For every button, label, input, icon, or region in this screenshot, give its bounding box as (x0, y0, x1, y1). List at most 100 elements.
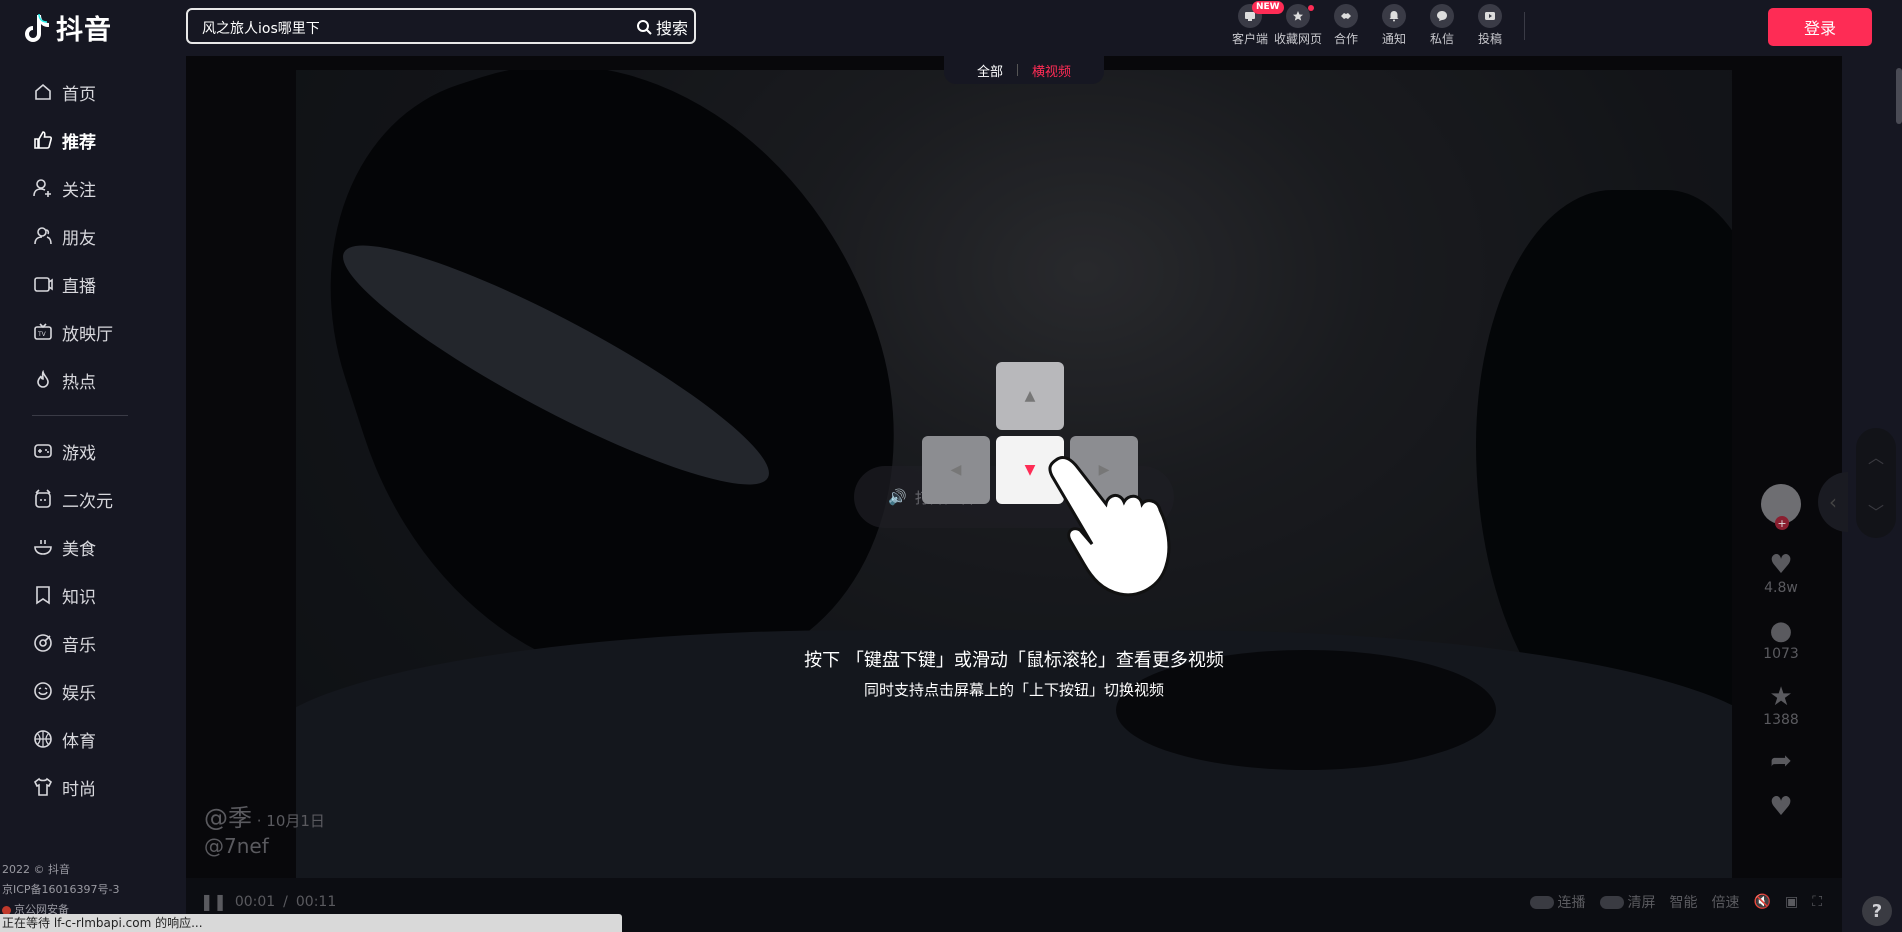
search-input[interactable] (200, 16, 604, 40)
user-plus-icon (32, 177, 54, 199)
clear-screen-label: 清屏 (1627, 895, 1656, 911)
icp-link[interactable]: 京ICP备16016397号-3 (2, 880, 120, 900)
bell-icon (1382, 4, 1406, 28)
search-box: 搜索 (186, 8, 696, 44)
anime-icon (32, 488, 54, 510)
sidebar-nav: 首页 推荐 关注 朋友 直播 TV 放映厅 热点 游戏 二次元 美食 知识 音乐… (0, 68, 156, 811)
sidebar-item-home[interactable]: 首页 (0, 68, 156, 116)
video-player[interactable]: 全部 横视频 🔊 打开声音 ▲ ◀ ▼ ▶ 按下 「键盘下键」或滑动「鼠标滚轮」… (186, 56, 1896, 932)
follow-plus-icon[interactable]: + (1775, 516, 1789, 530)
like-button[interactable]: ♥ 4.8w (1764, 550, 1798, 596)
quality-button[interactable]: 智能 (1670, 892, 1698, 912)
bowl-icon (32, 536, 54, 558)
sidebar-item-entertainment[interactable]: 娱乐 (0, 667, 156, 715)
sidebar-item-label: 时尚 (62, 779, 96, 800)
nav-divider (32, 415, 128, 416)
sidebar-item-label: 热点 (62, 372, 96, 393)
sidebar-item-food[interactable]: 美食 (0, 523, 156, 571)
douyin-logo[interactable]: 抖音 (24, 8, 112, 47)
arrow-up-icon: ▲ (1024, 388, 1036, 404)
guide-text-primary: 按下 「键盘下键」或滑动「鼠标滚轮」查看更多视频 (804, 650, 1224, 671)
comment-button[interactable]: ● 1073 (1763, 616, 1799, 662)
sidebar-item-anime[interactable]: 二次元 (0, 475, 156, 523)
home-icon (32, 81, 54, 103)
live-tv-icon (32, 273, 54, 295)
playback-controls: ❚❚ 00:01 / 00:11 (200, 892, 336, 911)
autoplay-toggle[interactable]: 连播 (1529, 892, 1586, 912)
picture-in-picture-icon[interactable]: ▣ (1785, 894, 1798, 910)
upload-video-icon (1478, 4, 1502, 28)
browser-status-bar: 正在等待 lf-c-rlmbapi.com 的响应... (0, 914, 622, 932)
sidebar-item-music[interactable]: 音乐 (0, 619, 156, 667)
share-button[interactable]: ➦ (1770, 746, 1792, 776)
toolbar-label: 客户端 (1231, 32, 1268, 46)
sidebar-item-knowledge[interactable]: 知识 (0, 571, 156, 619)
toolbar-label: 合作 (1333, 32, 1358, 46)
toolbar-label: 私信 (1429, 32, 1454, 46)
sidebar-item-label: 体育 (62, 731, 96, 752)
sidebar-item-sports[interactable]: 体育 (0, 715, 156, 763)
search-button-label: 搜索 (655, 19, 688, 38)
bookmark-page-button[interactable]: 收藏网页 (1274, 4, 1322, 47)
volume-mute-icon[interactable]: 🔇 (1754, 894, 1771, 910)
toggle-switch (1529, 895, 1554, 909)
keyboard-guide: ▲ ◀ ▼ ▶ (922, 362, 1171, 602)
post-date: · 10月1日 (252, 812, 325, 830)
sidebar-item-friends[interactable]: 朋友 (0, 212, 156, 260)
sidebar-item-recommend[interactable]: 推荐 (0, 116, 156, 164)
arrow-down-icon: ▼ (1024, 462, 1036, 478)
chevron-down-icon[interactable]: ﹀ (1868, 499, 1884, 523)
comment-icon: ● (1769, 616, 1793, 646)
not-interested-button[interactable]: ♥ (1769, 792, 1792, 822)
guide-text-secondary: 同时支持点击屏幕上的「上下按钮」切换视频 (863, 681, 1164, 699)
sidebar-item-cinema[interactable]: TV 放映厅 (0, 308, 156, 356)
music-disc-icon (32, 632, 54, 654)
tab-landscape-video[interactable]: 横视频 (1032, 61, 1071, 80)
flame-icon (32, 369, 54, 391)
speed-button[interactable]: 倍速 (1712, 892, 1740, 912)
sidebar-item-label: 二次元 (62, 491, 113, 512)
toolbar-label: 收藏网页 (1274, 32, 1323, 46)
sidebar-item-follow[interactable]: 关注 (0, 164, 156, 212)
author-name[interactable]: @季 (204, 804, 252, 832)
clear-screen-toggle[interactable]: 清屏 (1599, 892, 1656, 912)
author-info[interactable]: @季 · 10月1日 (204, 798, 325, 833)
book-icon (32, 584, 54, 606)
sidebar: 抖音 首页 推荐 关注 朋友 直播 TV 放映厅 热点 游戏 二次元 美食 知识… (0, 0, 156, 932)
sidebar-item-live[interactable]: 直播 (0, 260, 156, 308)
arrow-up-key: ▲ (996, 362, 1064, 430)
sidebar-item-label: 直播 (62, 276, 96, 297)
sidebar-item-label: 知识 (62, 587, 96, 608)
sidebar-item-games[interactable]: 游戏 (0, 427, 156, 475)
login-button[interactable]: 登录 (1768, 8, 1872, 46)
tab-all[interactable]: 全部 (977, 61, 1003, 80)
arrow-left-key: ◀ (922, 436, 990, 504)
sidebar-item-hot[interactable]: 热点 (0, 356, 156, 404)
favorite-count: 1388 (1763, 712, 1799, 728)
star-icon: ★ (1769, 682, 1793, 712)
sidebar-footer: 2022 © 抖音 京ICP备16016397号-3 京公网安备 (2, 860, 120, 920)
help-button[interactable]: ? (1862, 896, 1892, 926)
notifications-button[interactable]: 通知 (1370, 4, 1418, 47)
toolbar: NEW 客户端 收藏网页 合作 通知 私信 投稿 (1226, 1, 1539, 47)
video-description[interactable]: @7nef (204, 834, 269, 858)
chevron-up-icon[interactable]: ︿ (1868, 444, 1884, 468)
favorite-button[interactable]: ★ 1388 (1763, 682, 1799, 728)
cooperation-button[interactable]: 合作 (1322, 4, 1370, 47)
search-button[interactable]: 搜索 (636, 14, 688, 40)
messages-button[interactable]: 私信 (1418, 4, 1466, 47)
pause-icon[interactable]: ❚❚ (200, 892, 227, 911)
author-avatar[interactable]: + (1761, 484, 1801, 530)
fullscreen-icon[interactable]: ⛶ (1812, 894, 1822, 910)
logo-text: 抖音 (56, 15, 112, 46)
toolbar-label: 投稿 (1477, 32, 1502, 46)
page-scrollbar[interactable] (1896, 68, 1902, 124)
sidebar-item-label: 首页 (62, 84, 96, 105)
sidebar-item-fashion[interactable]: 时尚 (0, 763, 156, 811)
comment-count: 1073 (1763, 646, 1799, 662)
client-download-button[interactable]: NEW 客户端 (1226, 1, 1284, 47)
copyright-text: 2022 © 抖音 (2, 863, 70, 876)
player-settings: 连播 清屏 智能 倍速 🔇 ▣ ⛶ (1529, 892, 1822, 912)
upload-button[interactable]: 投稿 (1466, 4, 1514, 47)
sidebar-item-label: 推荐 (62, 132, 96, 153)
